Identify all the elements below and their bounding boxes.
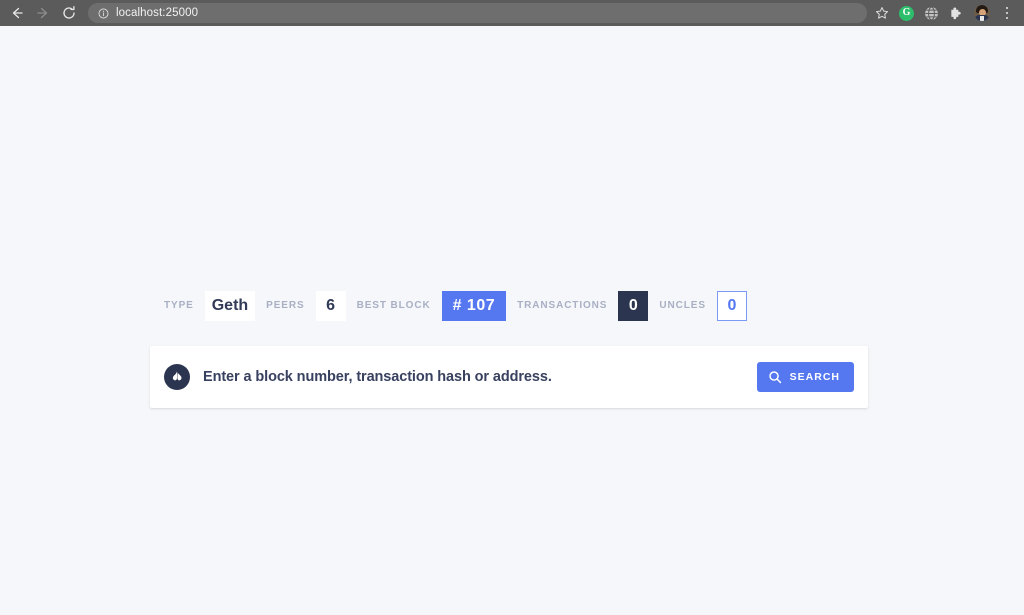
browser-nav-buttons [4,0,82,26]
avatar-shirt [980,16,984,21]
status-value-uncles: 0 [716,291,747,321]
arrow-right-icon [37,7,48,19]
search-icon [768,371,781,384]
arrow-left-icon [12,7,23,19]
status-value-transactions: 0 [618,291,649,321]
search-input[interactable] [203,365,757,389]
search-button[interactable]: SEARCH [756,362,854,392]
status-label-transactions: TRANSACTIONS [517,300,608,311]
explorer-content: TYPE Geth PEERS 6 BEST BLOCK # 107 TRANS… [150,291,868,408]
status-label-type: TYPE [164,300,194,311]
browser-toolbar: localhost:25000 G [0,0,1024,26]
status-value-peers: 6 [315,291,346,321]
node-status-strip: TYPE Geth PEERS 6 BEST BLOCK # 107 TRANS… [150,291,868,321]
extension-g-label: G [902,7,911,18]
back-button[interactable] [4,0,30,26]
reload-icon [63,5,75,19]
profile-avatar[interactable] [974,5,990,21]
search-card: SEARCH [150,346,868,408]
status-value-best-block[interactable]: # 107 [441,291,507,321]
page-body: TYPE Geth PEERS 6 BEST BLOCK # 107 TRANS… [0,26,1024,615]
puzzle-piece-icon[interactable] [949,6,964,21]
address-bar[interactable]: localhost:25000 [88,3,867,23]
status-value-type: Geth [204,291,256,321]
forward-button[interactable] [30,0,56,26]
browser-actions: G [875,5,1016,21]
logo-glyph-icon [172,370,182,381]
globe-icon[interactable] [924,6,939,21]
search-button-label: SEARCH [789,370,840,383]
status-label-best-block: BEST BLOCK [356,300,431,311]
status-label-uncles: UNCLES [659,300,706,311]
reload-button[interactable] [56,0,82,26]
star-icon[interactable] [875,6,889,20]
extension-grammarly-icon[interactable]: G [899,5,914,21]
ethereum-explorer-logo-icon [164,364,190,390]
kebab-menu-icon[interactable] [1000,5,1014,21]
info-circle-icon[interactable] [98,8,109,19]
kebab-dot [1005,16,1009,20]
address-bar-url: localhost:25000 [116,7,199,19]
status-label-peers: PEERS [266,300,305,311]
kebab-dot [1005,6,1009,10]
kebab-dot [1005,11,1009,15]
